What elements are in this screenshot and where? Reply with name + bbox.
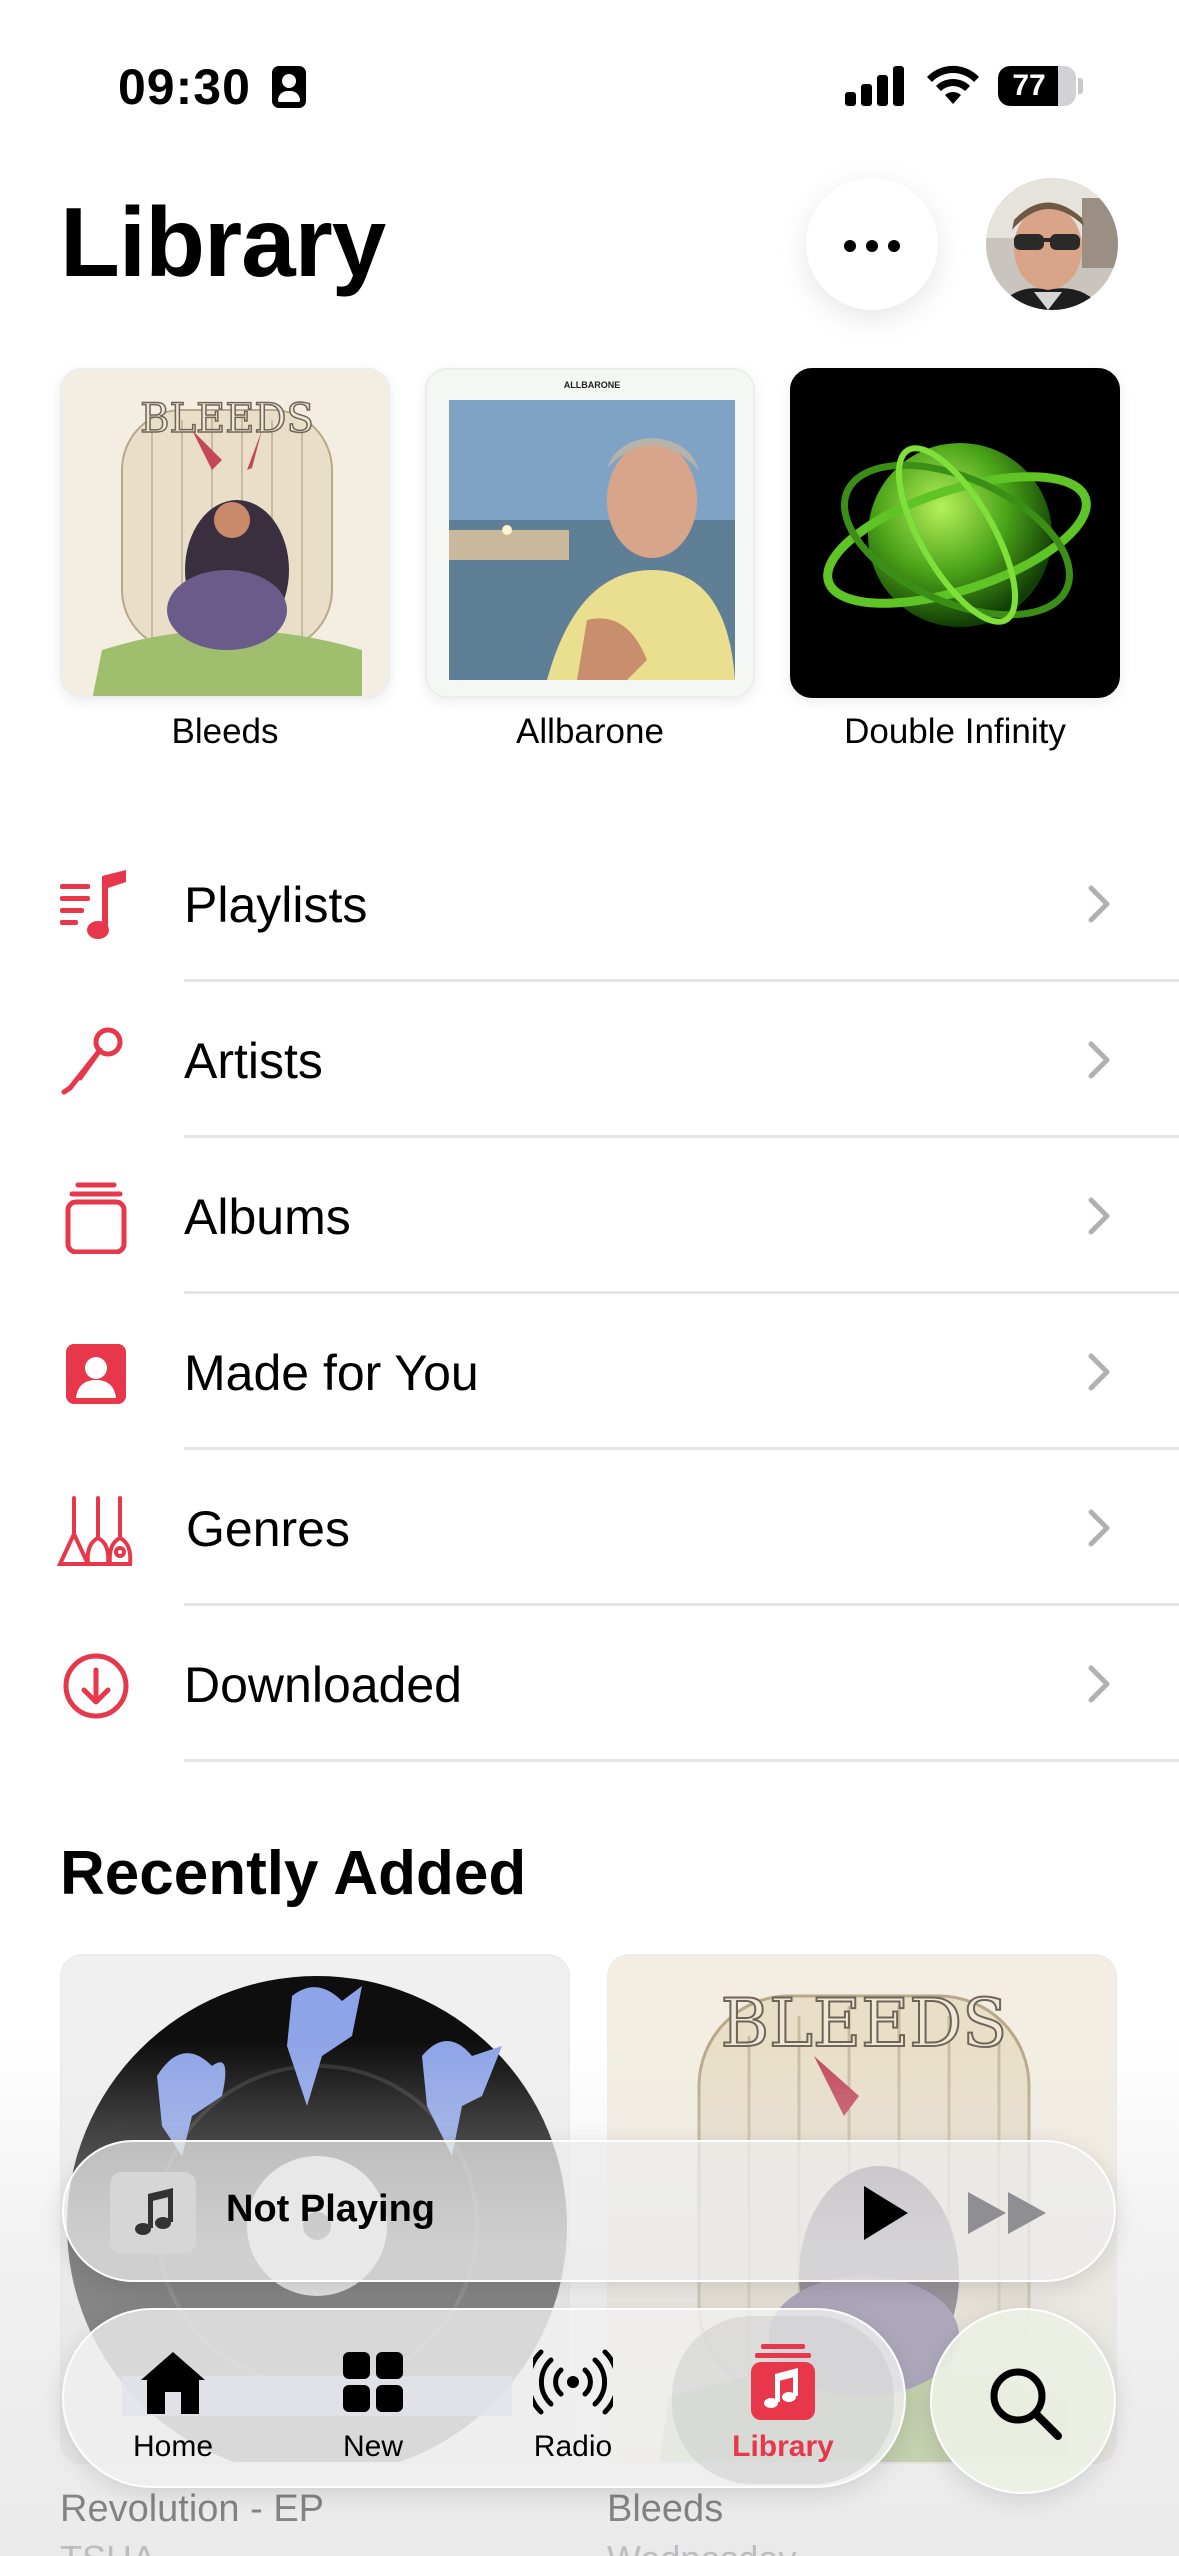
album-artwork: BLEEDS (60, 368, 390, 698)
music-note-library-icon (751, 2344, 815, 2420)
recent-album-artist: Wednesday (607, 2538, 796, 2556)
pinned-album-bleeds[interactable]: BLEEDS Bleeds (60, 368, 390, 752)
pinned-album-label: Allbarone (516, 712, 664, 751)
menu-item-label: Made for You (184, 1345, 479, 1401)
recent-album-title: Bleeds (607, 2488, 724, 2530)
status-time: 09:30 (118, 59, 251, 115)
page-title: Library (60, 187, 386, 297)
grid-icon (343, 2352, 403, 2412)
cellular-signal-icon (845, 64, 905, 106)
chevron-right-icon (1088, 1197, 1110, 1235)
tab-new[interactable]: New (278, 2310, 468, 2490)
menu-item-genres[interactable]: Genres (0, 1450, 1179, 1606)
album-artwork: ALLBARONE (425, 368, 755, 698)
menu-item-label: Albums (184, 1189, 351, 1245)
menu-item-artists[interactable]: Artists (0, 982, 1179, 1138)
person-square-icon (66, 1344, 126, 1404)
tab-library[interactable]: Library (672, 2316, 894, 2484)
pinned-album-allbarone[interactable]: ALLBARONE Allbarone (425, 368, 755, 752)
separator (184, 1759, 1179, 1762)
chevron-right-icon (1088, 1665, 1110, 1703)
menu-item-label: Playlists (184, 877, 368, 933)
radio-waves-icon (533, 2349, 613, 2415)
battery-indicator: 77 (998, 66, 1076, 106)
tab-label: Radio (533, 2430, 613, 2463)
album-stack-icon (65, 1182, 127, 1254)
chevron-right-icon (1088, 1509, 1110, 1547)
search-button[interactable] (930, 2308, 1116, 2494)
house-icon (141, 2352, 205, 2414)
svg-text:BLEEDS: BLEEDS (721, 1985, 1008, 2062)
menu-item-playlists[interactable]: Playlists (0, 826, 1179, 982)
guitars-icon (56, 1496, 133, 1566)
menu-item-label: Genres (186, 1501, 350, 1557)
tab-label: New (342, 2430, 403, 2463)
search-icon (990, 2368, 1062, 2440)
wifi-icon (927, 65, 979, 104)
album-artwork (790, 368, 1120, 698)
tab-radio[interactable]: Radio (478, 2310, 668, 2490)
tab-bar: Home New Radio Library (62, 2308, 906, 2488)
microphone-icon (61, 1027, 123, 1095)
menu-item-downloaded[interactable]: Downloaded (0, 1606, 1179, 1762)
playlist-icon (60, 870, 126, 939)
avatar[interactable] (986, 178, 1118, 310)
music-note-icon (135, 2188, 173, 2235)
play-button[interactable] (854, 2180, 914, 2246)
status-bar: 09:30 77 (0, 0, 1179, 150)
contact-card-icon (272, 66, 306, 108)
cover-text: ALLBARONE (564, 380, 621, 390)
tab-label: Library (732, 2430, 834, 2463)
mini-player-artwork (110, 2172, 196, 2254)
menu-item-label: Downloaded (184, 1657, 462, 1713)
pinned-album-label: Double Infinity (844, 712, 1066, 751)
menu-item-made-for-you[interactable]: Made for You (0, 1294, 1179, 1450)
svg-text:BLEEDS: BLEEDS (140, 396, 314, 442)
tab-home[interactable]: Home (78, 2310, 268, 2490)
menu-item-label: Artists (184, 1033, 323, 1089)
battery-percent: 77 (1012, 69, 1046, 102)
section-title-recently-added: Recently Added (60, 1839, 527, 1908)
recent-album-artist: TSHA (60, 2538, 156, 2556)
chevron-right-icon (1088, 885, 1110, 923)
more-options-button[interactable] (806, 178, 938, 310)
chevron-right-icon (1088, 1041, 1110, 1079)
pinned-album-double-infinity[interactable]: Double Infinity (790, 368, 1120, 752)
chevron-right-icon (1088, 1353, 1110, 1391)
recent-album-title: Revolution - EP (60, 2488, 325, 2530)
menu-item-albums[interactable]: Albums (0, 1138, 1179, 1294)
battery-tip (1078, 78, 1083, 94)
fast-forward-button[interactable] (964, 2186, 1054, 2240)
mini-player-title: Not Playing (226, 2188, 436, 2230)
tab-label: Home (132, 2430, 214, 2463)
ellipsis-icon (844, 240, 856, 252)
download-icon (63, 1653, 129, 1719)
pinned-album-label: Bleeds (171, 712, 279, 751)
mini-player[interactable]: Not Playing (62, 2140, 1116, 2282)
library-menu: Playlists Artists Albums Made for You Ge… (0, 826, 1179, 1762)
